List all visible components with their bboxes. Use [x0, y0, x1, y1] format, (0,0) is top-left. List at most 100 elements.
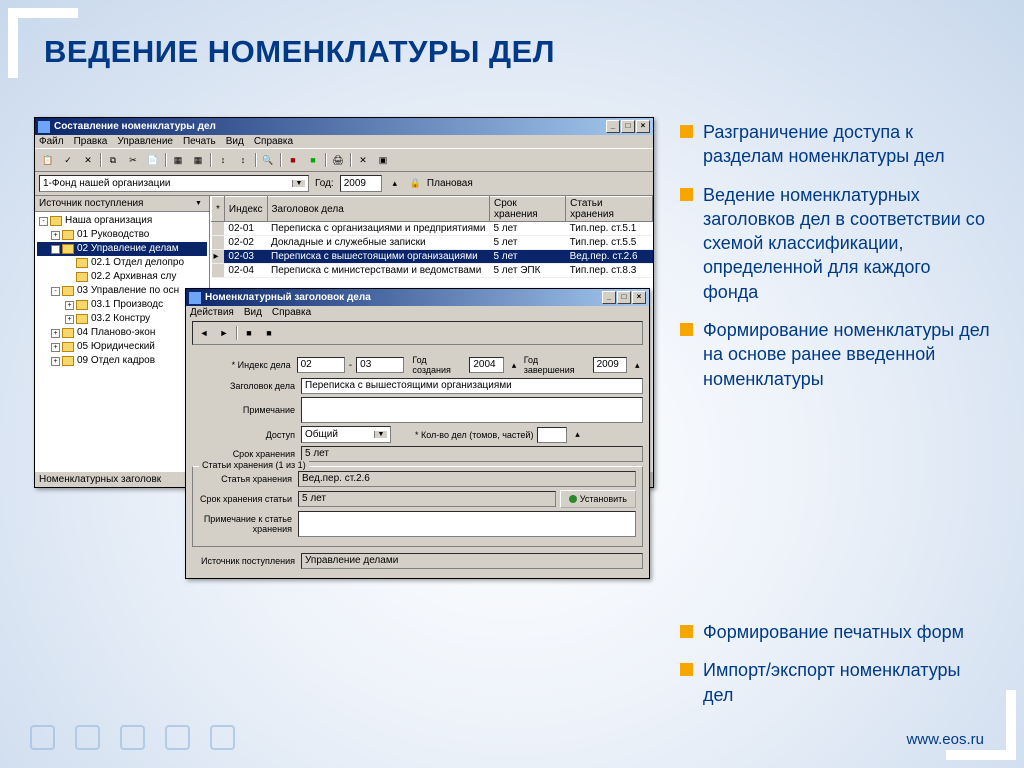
- column-header[interactable]: Срок хранения: [489, 197, 565, 222]
- toolbar-btn[interactable]: ◄: [195, 324, 213, 342]
- footer-icon: [120, 725, 145, 750]
- menu-print[interactable]: Печать: [183, 136, 216, 147]
- tree-item[interactable]: +09 Отдел кадров: [37, 354, 207, 368]
- toolbar-btn[interactable]: 📋: [39, 151, 57, 169]
- tree-expand-icon[interactable]: +: [51, 343, 60, 352]
- folder-icon: [76, 258, 88, 268]
- tree-expand-icon[interactable]: +: [51, 329, 60, 338]
- cell: 5 лет: [489, 236, 565, 250]
- toolbar-btn[interactable]: ■: [240, 324, 258, 342]
- vol-label: * Кол-во дел (томов, частей): [415, 430, 533, 440]
- toolbar-btn[interactable]: ↕: [214, 151, 232, 169]
- menu-help[interactable]: Справка: [272, 307, 311, 318]
- tree-expand-icon[interactable]: +: [51, 231, 60, 240]
- menu-edit[interactable]: Правка: [74, 136, 108, 147]
- term-display: 5 лет: [301, 446, 643, 462]
- spinner[interactable]: ▴: [508, 357, 520, 373]
- index-input-1[interactable]: 02: [297, 357, 345, 373]
- toolbar-btn[interactable]: ✓: [59, 151, 77, 169]
- maximize-button[interactable]: □: [621, 120, 635, 133]
- tree-item[interactable]: +04 Планово-экон: [37, 326, 207, 340]
- tree-expand-icon[interactable]: +: [51, 357, 60, 366]
- column-header[interactable]: Заголовок дела: [267, 197, 489, 222]
- tree-item[interactable]: +03.2 Констру: [37, 312, 207, 326]
- note2-input[interactable]: [298, 511, 636, 537]
- titlebar[interactable]: Составление номенклатуры дел _ □ ×: [35, 118, 653, 135]
- tree-item[interactable]: -03 Управление по осн: [37, 284, 207, 298]
- minimize-button[interactable]: _: [606, 120, 620, 133]
- table-row[interactable]: ▸02-03Переписка с вышестоящими организац…: [212, 250, 653, 264]
- column-header[interactable]: *: [212, 197, 225, 222]
- titlebar[interactable]: Номенклатурный заголовок дела _ □ ×: [186, 289, 649, 306]
- spinner[interactable]: ▴: [571, 427, 583, 443]
- maximize-button[interactable]: □: [617, 291, 631, 304]
- minimize-button[interactable]: _: [602, 291, 616, 304]
- tree-expand-icon[interactable]: -: [51, 245, 60, 254]
- tree-item[interactable]: +03.1 Производс: [37, 298, 207, 312]
- toolbar-find-btn[interactable]: 🔍: [259, 151, 277, 169]
- menu-view[interactable]: Вид: [244, 307, 262, 318]
- year-spinner[interactable]: ▴: [388, 175, 402, 192]
- toolbar-copy-btn[interactable]: ⧉: [104, 151, 122, 169]
- tree-item[interactable]: 02.1 Отдел делопро: [37, 256, 207, 270]
- year-label: Год:: [315, 178, 334, 189]
- year-create-input[interactable]: 2004: [469, 357, 504, 373]
- year-end-input[interactable]: 2009: [593, 357, 628, 373]
- menu-file[interactable]: Файл: [39, 136, 64, 147]
- toolbar-paste-btn[interactable]: 📄: [144, 151, 162, 169]
- set-button[interactable]: Установить: [560, 490, 636, 508]
- toolbar-btn[interactable]: ■: [284, 151, 302, 169]
- toolbar-cut-btn[interactable]: ✂: [124, 151, 142, 169]
- tree-item[interactable]: +01 Руководство: [37, 228, 207, 242]
- fond-combo[interactable]: 1-Фонд нашей организации ▼: [39, 175, 309, 192]
- year-input[interactable]: 2009: [340, 175, 382, 192]
- note-input[interactable]: [301, 397, 643, 423]
- row-marker: [212, 236, 225, 250]
- footer-icon: [75, 725, 100, 750]
- source-combo[interactable]: Источник поступления ▼: [35, 196, 209, 212]
- close-button[interactable]: ×: [636, 120, 650, 133]
- column-header[interactable]: Статьи хранения: [566, 197, 653, 222]
- toolbar-btn[interactable]: ▦: [189, 151, 207, 169]
- index-input-2[interactable]: 03: [356, 357, 404, 373]
- toolbar-btn[interactable]: ►: [215, 324, 233, 342]
- term-label: Срок хранения: [192, 449, 297, 459]
- menu-view[interactable]: Вид: [226, 136, 244, 147]
- tree-item[interactable]: +05 Юридический: [37, 340, 207, 354]
- toolbar-btn[interactable]: ✕: [79, 151, 97, 169]
- cell: Тип.пер. ст.5.1: [566, 222, 653, 236]
- spinner[interactable]: ▴: [631, 357, 643, 373]
- menu-help[interactable]: Справка: [254, 136, 293, 147]
- tree-item[interactable]: - 02 Управление делам: [37, 242, 207, 256]
- title-input[interactable]: Переписка с вышестоящими организациями: [301, 378, 643, 394]
- tree-item[interactable]: -Наша организация: [37, 214, 207, 228]
- menu-actions[interactable]: Действия: [190, 307, 234, 318]
- folder-icon: [76, 300, 88, 310]
- cell: 02-04: [224, 264, 267, 278]
- access-combo[interactable]: Общий▼: [301, 426, 391, 443]
- toolbar-btn[interactable]: ■: [304, 151, 322, 169]
- table-row[interactable]: 02-04Переписка с министерствами и ведомс…: [212, 264, 653, 278]
- column-header[interactable]: Индекс: [224, 197, 267, 222]
- tree-item-label: 02 Управление делам: [77, 242, 179, 256]
- table-row[interactable]: 02-02Докладные и служебные записки5 летТ…: [212, 236, 653, 250]
- toolbar-print-btn[interactable]: 🖨: [329, 151, 347, 169]
- cell: Тип.пер. ст.8.3: [566, 264, 653, 278]
- tree-expand-icon[interactable]: +: [65, 315, 74, 324]
- toolbar-btn[interactable]: ▦: [169, 151, 187, 169]
- tree-expand-icon[interactable]: -: [39, 217, 48, 226]
- row-marker: [212, 222, 225, 236]
- form: * Индекс дела 02 - 03 Год создания 2004 …: [186, 349, 649, 578]
- toolbar-btn[interactable]: ▣: [374, 151, 392, 169]
- menu-manage[interactable]: Управление: [117, 136, 173, 147]
- toolbar-btn[interactable]: ■: [260, 324, 278, 342]
- toolbar: 📋 ✓ ✕ ⧉ ✂ 📄 ▦ ▦ ↕ ↕ 🔍 ■ ■ 🖨 ✕ ▣: [35, 148, 653, 172]
- toolbar-btn[interactable]: ✕: [354, 151, 372, 169]
- tree-item[interactable]: 02.2 Архивная слу: [37, 270, 207, 284]
- toolbar-btn[interactable]: ↕: [234, 151, 252, 169]
- vol-input[interactable]: [537, 427, 567, 443]
- close-button[interactable]: ×: [632, 291, 646, 304]
- table-row[interactable]: 02-01Переписка с организациями и предпри…: [212, 222, 653, 236]
- tree-expand-icon[interactable]: +: [65, 301, 74, 310]
- tree-expand-icon[interactable]: -: [51, 287, 60, 296]
